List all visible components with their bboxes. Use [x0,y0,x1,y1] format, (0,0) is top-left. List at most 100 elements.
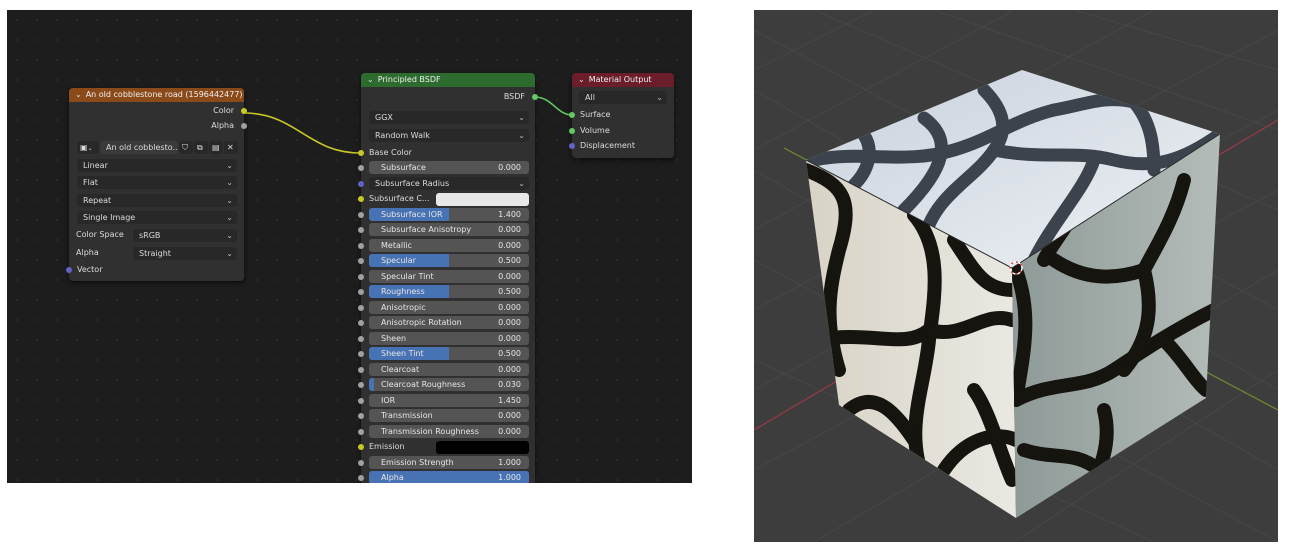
field-label: IOR [381,396,396,405]
field-label: Subsurface [381,163,426,172]
source-dropdown[interactable]: Single Image ⌄ [77,211,237,224]
bsdf-output-socket[interactable] [532,94,538,100]
field-label: Anisotropic [381,303,426,312]
socket-subsurface[interactable] [358,165,364,171]
duplicate-image-button[interactable]: ⧉ [194,141,208,154]
field-label: Sheen [381,334,407,343]
emission-input-socket[interactable] [358,444,364,450]
viewport-scene [754,10,1278,542]
field-subsurface-anisotropy[interactable]: Subsurface Anisotropy 0.000 [369,223,529,236]
subsurface-radius-dropdown[interactable]: Subsurface Radius ⌄ [369,177,529,190]
socket-emission-strength[interactable] [358,460,364,466]
socket-transmission-roughness[interactable] [358,429,364,435]
field-fill [369,378,374,391]
surface-input-socket[interactable] [569,112,575,118]
alpha-mode-value: Straight [139,249,171,258]
collapse-chevron-icon[interactable]: ⌄ [75,88,82,102]
distribution-dropdown[interactable]: GGX ⌄ [369,111,529,124]
socket-specular-tint[interactable] [358,274,364,280]
emission-color-swatch[interactable] [436,441,529,454]
subsurface-method-value: Random Walk [375,131,430,140]
interpolation-dropdown[interactable]: Linear ⌄ [77,159,237,172]
field-label: Clearcoat [381,365,420,374]
cube-object[interactable] [805,70,1221,518]
socket-clearcoat-roughness[interactable] [358,382,364,388]
socket-subsurface-anisotropy[interactable] [358,227,364,233]
base-color-input-socket[interactable] [358,150,364,156]
subsurface-color-socket[interactable] [358,196,364,202]
field-value: 1.000 [498,473,521,482]
field-transmission-roughness[interactable]: Transmission Roughness 0.000 [369,425,529,438]
shield-icon: ⛉ [182,143,188,152]
chevron-down-icon: ⌄ [226,196,233,205]
field-sheen[interactable]: Sheen 0.000 [369,332,529,345]
alpha-output-socket[interactable] [241,123,247,129]
open-image-button[interactable]: ▤ [209,141,223,154]
distribution-value: GGX [375,113,393,122]
socket-metallic[interactable] [358,243,364,249]
projection-value: Flat [83,178,98,187]
socket-alpha[interactable] [358,475,364,481]
subsurface-method-dropdown[interactable]: Random Walk ⌄ [369,129,529,142]
field-sheen-tint[interactable]: Sheen Tint 0.500 [369,347,529,360]
socket-clearcoat[interactable] [358,367,364,373]
field-anisotropic[interactable]: Anisotropic 0.000 [369,301,529,314]
socket-anisotropic-rotation[interactable] [358,320,364,326]
socket-ior[interactable] [358,398,364,404]
socket-sheen-tint[interactable] [358,351,364,357]
image-texture-node[interactable]: ⌄ An old cobblestone road (1596442477) Co… [66,88,247,281]
field-label: Specular [381,256,416,265]
field-subsurface[interactable]: Subsurface 0.000 [369,161,529,174]
field-alpha[interactable]: Alpha 1.000 [369,471,529,483]
image-browse-button[interactable]: ▣⌄ [77,141,99,154]
material-output-node[interactable]: ⌄ Material Output All ⌄ Surface Volume Dis… [569,73,674,158]
displacement-input-socket[interactable] [569,143,575,149]
socket-roughness[interactable] [358,289,364,295]
unlink-image-button[interactable]: ✕ [224,141,238,154]
subsurface-radius-socket[interactable] [358,181,364,187]
field-clearcoat-roughness[interactable]: Clearcoat Roughness 0.030 [369,378,529,391]
collapse-chevron-icon[interactable]: ⌄ [578,73,585,87]
vector-input-label: Vector [77,265,103,274]
field-roughness[interactable]: Roughness 0.500 [369,285,529,298]
field-anisotropic-rotation[interactable]: Anisotropic Rotation 0.000 [369,316,529,329]
vector-input-socket[interactable] [66,267,72,273]
3d-viewport[interactable] [754,10,1278,542]
field-ior[interactable]: IOR 1.450 [369,394,529,407]
alpha-mode-dropdown[interactable]: Straight ⌄ [133,247,237,260]
principled-bsdf-node[interactable]: ⌄ Principled BSDF BSDF GGX ⌄ Random Walk ⌄ … [358,73,538,483]
principled-bsdf-node-header[interactable]: ⌄ Principled BSDF [361,73,535,87]
displacement-input-label: Displacement [580,141,635,150]
field-transmission[interactable]: Transmission 0.000 [369,409,529,422]
socket-transmission[interactable] [358,413,364,419]
field-value: 0.030 [498,380,521,389]
subsurface-color-swatch[interactable] [436,193,529,206]
extension-dropdown[interactable]: Repeat ⌄ [77,194,237,207]
color-space-dropdown[interactable]: sRGB ⌄ [133,229,237,242]
color-link [243,112,362,154]
shader-node-editor[interactable]: ⌄ An old cobblestone road (1596442477) Co… [7,10,692,483]
fake-user-button[interactable]: ⛉ [179,141,193,154]
field-subsurface-ior[interactable]: Subsurface IOR 1.400 [369,208,529,221]
field-metallic[interactable]: Metallic 0.000 [369,239,529,252]
socket-anisotropic[interactable] [358,305,364,311]
projection-dropdown[interactable]: Flat ⌄ [77,176,237,189]
field-emission-strength[interactable]: Emission Strength 1.000 [369,456,529,469]
render-target-dropdown[interactable]: All ⌄ [579,91,667,104]
field-specular-tint[interactable]: Specular Tint 0.000 [369,270,529,283]
socket-specular[interactable] [358,258,364,264]
image-name-field[interactable]: An old cobblesto... [100,141,178,154]
material-output-node-header[interactable]: ⌄ Material Output [572,73,674,87]
interpolation-value: Linear [83,161,108,170]
socket-sheen[interactable] [358,336,364,342]
chevron-down-icon: ⌄ [656,93,663,102]
image-texture-node-header[interactable]: ⌄ An old cobblestone road (1596442477) [69,88,244,102]
collapse-chevron-icon[interactable]: ⌄ [367,73,374,87]
field-value: 0.000 [498,303,521,312]
extension-value: Repeat [83,196,112,205]
color-output-socket[interactable] [241,108,247,114]
field-clearcoat[interactable]: Clearcoat 0.000 [369,363,529,376]
socket-subsurface-ior[interactable] [358,212,364,218]
volume-input-socket[interactable] [569,128,575,134]
field-specular[interactable]: Specular 0.500 [369,254,529,267]
